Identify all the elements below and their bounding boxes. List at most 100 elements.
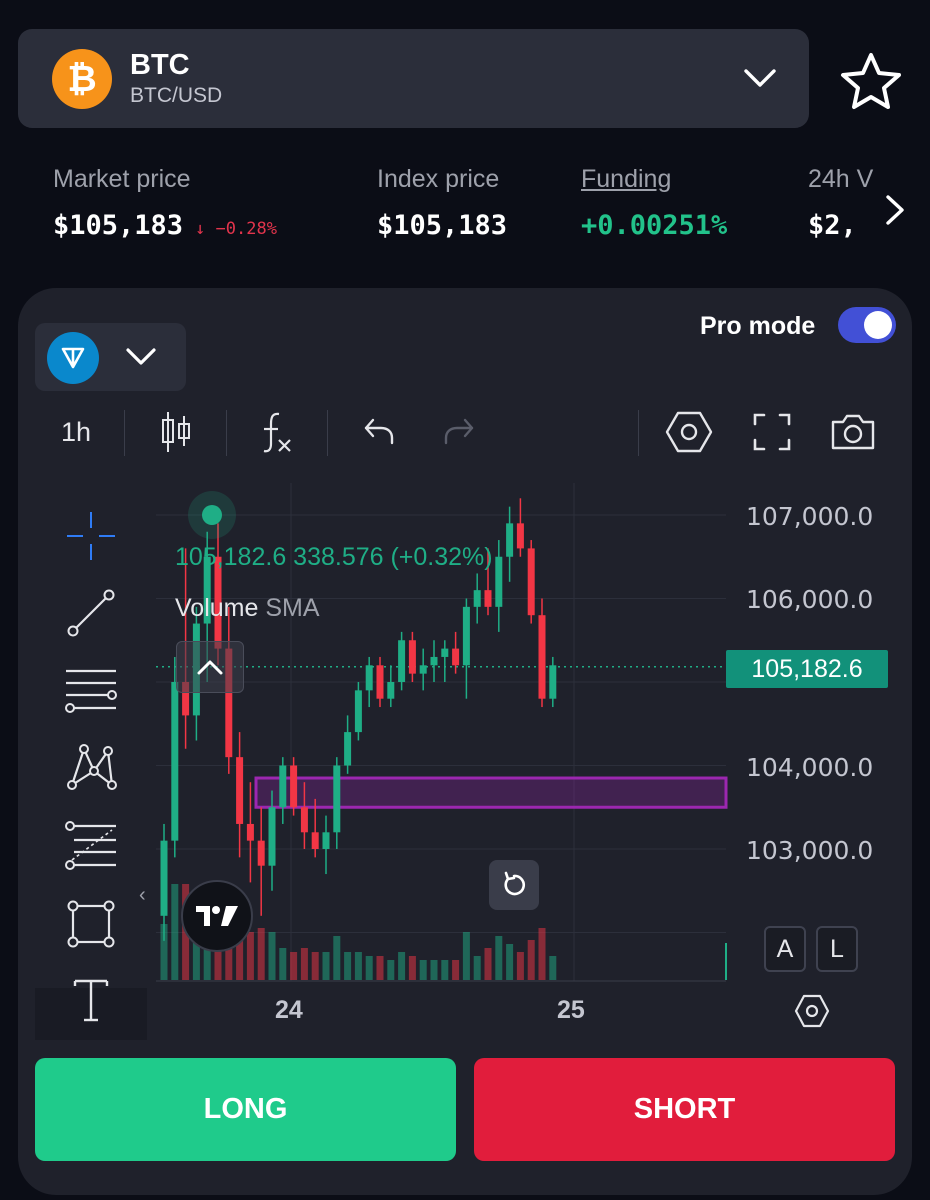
volume-bar: [387, 960, 395, 980]
index-price-label: Index price: [377, 165, 500, 193]
candle-body: [516, 523, 524, 549]
candle-body: [257, 840, 265, 866]
candle-body: [462, 606, 470, 666]
chart-panel: Pro mode 1h 105,182.6 338.576 (+0.32%) V…: [18, 288, 912, 1195]
volume-bar: [322, 952, 330, 980]
star-icon[interactable]: [838, 50, 904, 112]
candle-body: [441, 648, 449, 657]
candle-body: [408, 640, 416, 674]
candle-body: [452, 648, 460, 666]
candle-body: [246, 823, 254, 841]
volume-bar: [473, 956, 481, 980]
support-zone: [254, 776, 728, 809]
volume-stat: 24h V $2,: [808, 165, 878, 241]
volume-bar: [452, 960, 460, 980]
scroll-left-arrow[interactable]: ‹: [139, 884, 146, 907]
volume-bar: [516, 952, 524, 980]
volume-bar: [246, 932, 254, 980]
volume-bar: [311, 952, 319, 980]
candle-body: [300, 807, 308, 833]
x-axis-tick: 24: [275, 996, 303, 1024]
reset-chart-button[interactable]: [489, 860, 539, 910]
volume-bar: [376, 956, 384, 980]
volume-bar: [419, 960, 427, 980]
volume-value: $2,: [808, 210, 857, 241]
candle-body: [160, 840, 168, 916]
auto-scale-button[interactable]: A: [764, 926, 806, 972]
volume-bar: [495, 936, 503, 980]
volume-bar: [279, 948, 287, 980]
candle-body: [387, 682, 395, 699]
candle-body: [311, 832, 319, 849]
candle-body: [527, 548, 535, 616]
candle-body: [430, 656, 438, 666]
candle-body: [344, 732, 352, 766]
long-button[interactable]: LONG: [35, 1058, 456, 1161]
asset-pair: BTC/USD: [130, 84, 223, 107]
volume-bar: [344, 952, 352, 980]
tradingview-logo[interactable]: [181, 880, 253, 952]
funding-stat[interactable]: Funding +0.00251%: [581, 165, 727, 241]
x-axis-tick: 25: [557, 996, 585, 1024]
volume-bar: [300, 948, 308, 980]
log-scale-button[interactable]: L: [816, 926, 858, 972]
volume-bar: [408, 956, 416, 980]
candle-body: [171, 682, 179, 841]
ohlc-legend: 105,182.6 338.576 (+0.32%): [175, 543, 493, 571]
axis-settings-icon[interactable]: [794, 993, 830, 1029]
candle-body: [322, 832, 330, 849]
y-axis-tick: 103,000.0: [746, 836, 874, 865]
market-price-value: $105,183 ↓ −0.28%: [53, 210, 277, 241]
index-price-stat: Index price $105,183: [377, 165, 507, 241]
volume-bar: [484, 948, 492, 980]
volume-bar: [171, 884, 179, 980]
funding-label[interactable]: Funding: [581, 165, 727, 194]
y-axis-tick: 107,000.0: [746, 502, 874, 531]
candle-body: [495, 556, 503, 607]
candle-body: [538, 615, 546, 699]
volume-bar: [257, 928, 265, 980]
volume-bar: [398, 952, 406, 980]
volume-label: 24h V: [808, 165, 874, 193]
volume-bar: [462, 932, 470, 980]
short-button[interactable]: SHORT: [474, 1058, 895, 1161]
candle-body: [419, 665, 427, 674]
volume-bar: [290, 952, 298, 980]
volume-bar: [365, 956, 373, 980]
asset-selector[interactable]: ₿ BTC BTC/USD: [18, 29, 809, 128]
market-price-change: ↓ −0.28%: [195, 219, 277, 239]
chevron-right-icon[interactable]: [880, 192, 910, 228]
index-price-value: $105,183: [377, 210, 508, 241]
candle-body: [365, 665, 373, 691]
volume-bar: [441, 960, 449, 980]
candle-body: [236, 757, 244, 824]
chevron-down-icon[interactable]: [742, 65, 778, 91]
volume-bar: [268, 932, 276, 980]
asset-symbol: BTC: [130, 49, 190, 81]
candle-body: [484, 590, 492, 607]
market-price-amount: $105,183: [53, 210, 184, 241]
volume-bar: [506, 944, 514, 980]
market-price-label: Market price: [53, 165, 191, 193]
volume-bar: [430, 960, 438, 980]
volume-legend: Volume SMA: [175, 594, 320, 623]
volume-bar: [354, 952, 362, 980]
volume-bar: [538, 928, 546, 980]
volume-legend-name: Volume: [175, 594, 259, 622]
tradingview-icon: [196, 906, 238, 926]
collapse-legend-button[interactable]: [176, 641, 244, 693]
candle-body: [549, 665, 557, 699]
reset-icon: [504, 871, 526, 896]
candle-body: [290, 765, 298, 808]
candle-body: [473, 590, 481, 607]
volume-bar: [527, 940, 535, 980]
candle-body: [333, 765, 341, 833]
current-price-tag: 105,182.6: [726, 650, 888, 688]
y-axis-tick: 104,000.0: [746, 753, 874, 782]
y-axis-tick: 106,000.0: [746, 585, 874, 614]
candle-body: [279, 765, 287, 808]
candle-body: [268, 807, 276, 866]
volume-bar: [333, 936, 341, 980]
funding-value: +0.00251%: [581, 210, 728, 241]
chevron-up-icon: [197, 660, 223, 675]
